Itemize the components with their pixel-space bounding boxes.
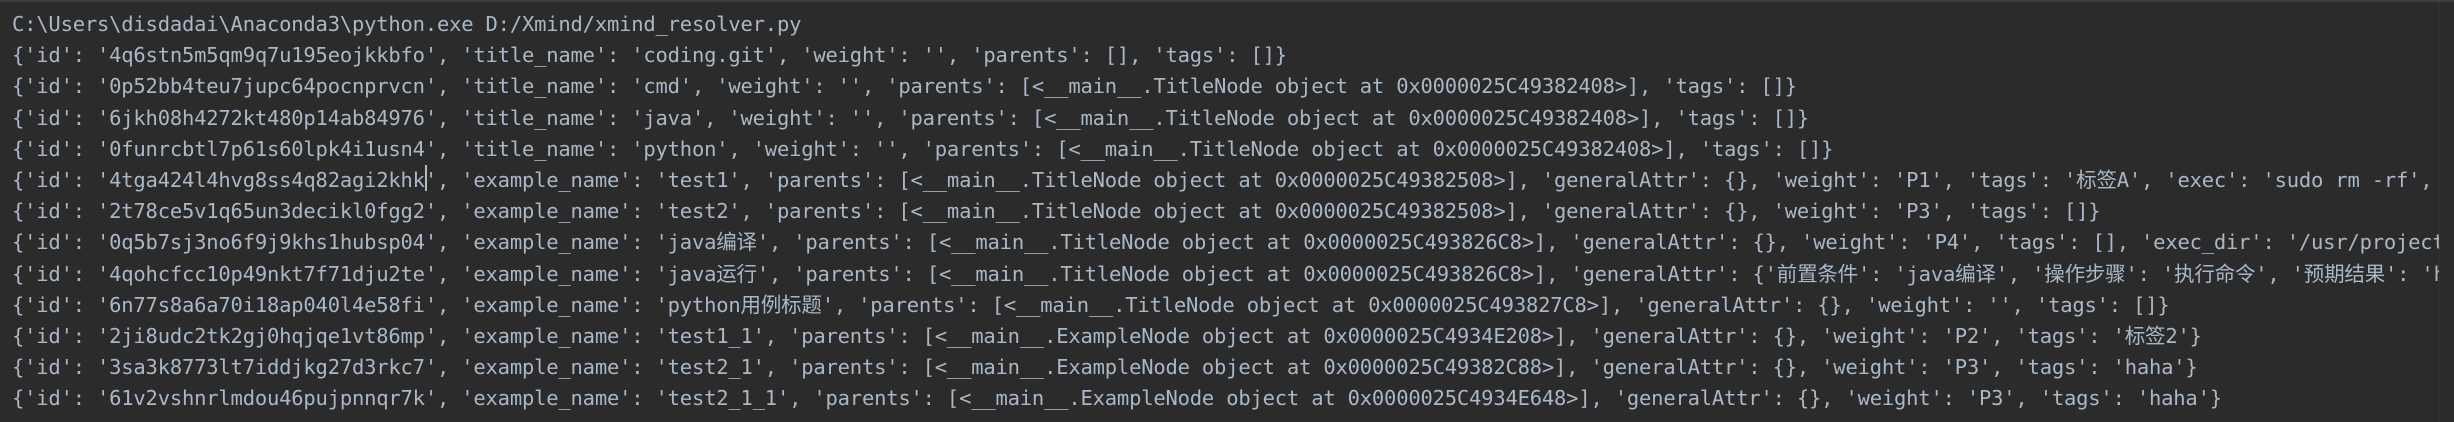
output-line: {'id': '4q6stn5m5qm9q7u195eojkkbfo', 'ti… [12,43,1287,68]
output-line: {'id': '0q5b7sj3no6f9j9khs1hubsp04', 'ex… [12,230,2454,255]
output-line: {'id': '4qohcfcc10p49nkt7f71dju2te', 'ex… [12,261,2454,286]
output-line: {'id': '6jkh08h4272kt480p14ab84976', 'ti… [12,105,1810,130]
output-line: {'id': '3sa3k8773lt7iddjkg27d3rkc7', 'ex… [12,355,2198,380]
output-line: {'id': '0p52bb4teu7jupc64pocnprvcn', 'ti… [12,74,1797,99]
panel-top-border [0,0,2454,2]
console-output-panel[interactable]: C:\Users\disdadai\Anaconda3\python.exe D… [0,0,2454,422]
output-line: {'id': '4tga424l4hvg8ss4q82agi2khk', 'ex… [12,167,2454,192]
output-line: {'id': '0funrcbtl7p61s60lpk4i1usn4', 'ti… [12,136,1834,161]
scrollbar-track[interactable] [2439,2,2454,422]
command-line: C:\Users\disdadai\Anaconda3\python.exe D… [12,12,802,36]
output-line: {'id': '2t78ce5v1q65un3decikl0fgg2', 'ex… [12,199,2101,224]
output-line: {'id': '6n77s8a6a70i18ap040l4e58fi', 'ex… [12,292,2170,317]
text-cursor [425,165,427,191]
output-line: {'id': '61v2vshnrlmdou46pujpnnqr7k', 'ex… [12,386,2222,411]
output-line: {'id': '2ji8udc2tk2gj0hqjqe1vt86mp', 'ex… [12,323,2202,348]
console-lines[interactable]: C:\Users\disdadai\Anaconda3\python.exe D… [12,9,2454,414]
